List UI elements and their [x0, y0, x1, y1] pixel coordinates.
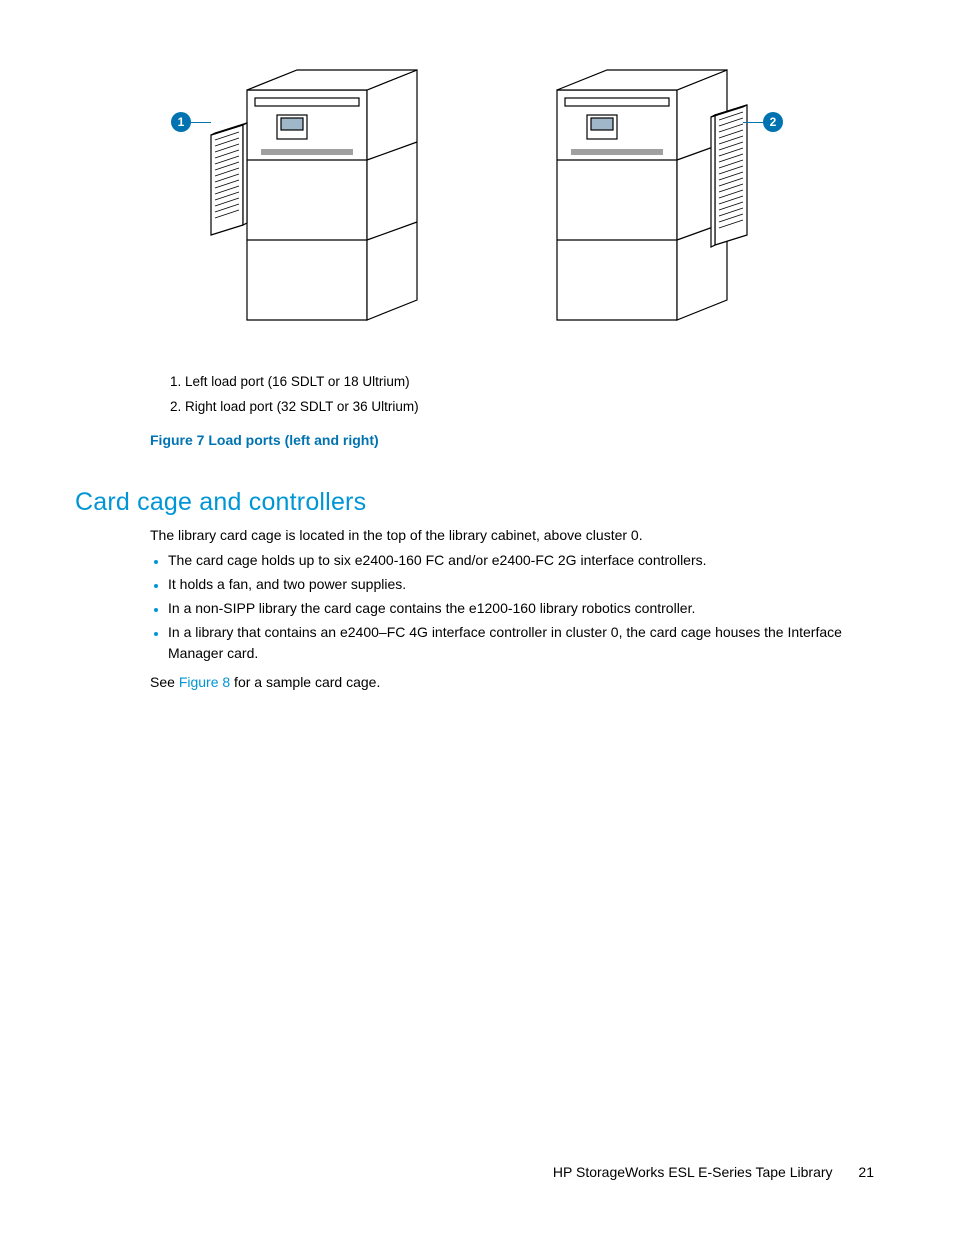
- bullet-item: The card cage holds up to six e2400-160 …: [168, 550, 874, 571]
- section-heading: Card cage and controllers: [75, 488, 874, 517]
- footer-title: HP StorageWorks ESL E-Series Tape Librar…: [553, 1164, 833, 1180]
- section-body: The library card cage is located in the …: [150, 525, 874, 693]
- section-outro: See Figure 8 for a sample card cage.: [150, 672, 874, 693]
- callout-1-line: [191, 122, 211, 123]
- bullet-item: In a non-SIPP library the card cage cont…: [168, 598, 874, 619]
- figure-images: 1: [80, 60, 874, 340]
- figure-left-cabinet: 1: [177, 60, 437, 340]
- callout-2-badge: 2: [763, 112, 783, 132]
- callout-1-badge: 1: [171, 112, 191, 132]
- section-intro: The library card cage is located in the …: [150, 525, 874, 546]
- legend-item-2: 2. Right load port (32 SDLT or 36 Ultriu…: [170, 395, 874, 420]
- cabinet-left-svg: [177, 60, 437, 340]
- section-bullets: The card cage holds up to six e2400-160 …: [150, 550, 874, 664]
- page-footer: HP StorageWorks ESL E-Series Tape Librar…: [553, 1164, 874, 1180]
- callout-1-number: 1: [178, 115, 185, 129]
- bullet-item: It holds a fan, and two power supplies.: [168, 574, 874, 595]
- figure-legend: 1. Left load port (16 SDLT or 18 Ultrium…: [170, 370, 874, 420]
- figure-caption: Figure 7 Load ports (left and right): [150, 432, 874, 448]
- legend-item-1: 1. Left load port (16 SDLT or 18 Ultrium…: [170, 370, 874, 395]
- cabinet-right-svg: [517, 60, 777, 340]
- outro-post: for a sample card cage.: [230, 674, 380, 690]
- footer-page-number: 21: [858, 1164, 874, 1180]
- outro-pre: See: [150, 674, 179, 690]
- callout-2-number: 2: [770, 115, 777, 129]
- callout-2-line: [743, 122, 763, 123]
- bullet-item: In a library that contains an e2400–FC 4…: [168, 622, 874, 664]
- figure-8-link[interactable]: Figure 8: [179, 674, 230, 690]
- figure-right-cabinet: 2: [517, 60, 777, 340]
